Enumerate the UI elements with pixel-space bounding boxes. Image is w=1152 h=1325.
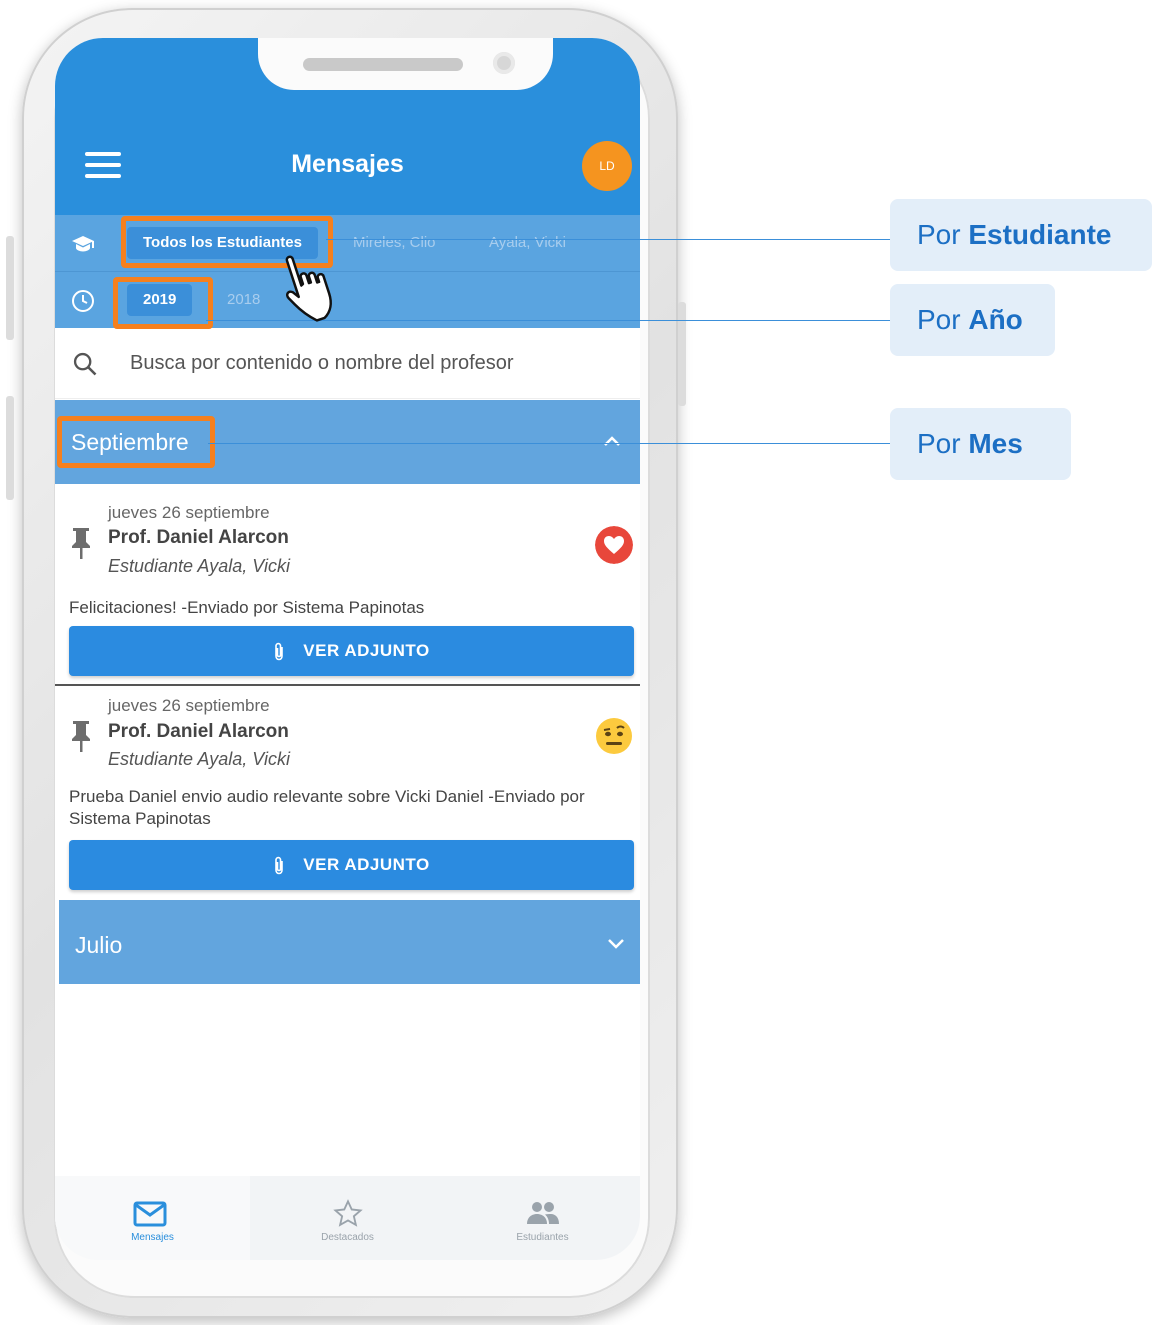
nav-label: Estudiantes (516, 1232, 569, 1243)
clock-icon (72, 290, 94, 312)
paperclip-icon (275, 856, 284, 874)
message-card[interactable]: jueves 26 septiembre Prof. Daniel Alarco… (55, 686, 640, 898)
search-icon (73, 352, 97, 376)
chevron-up-icon (604, 436, 620, 446)
page-title: Mensajes (291, 150, 404, 178)
message-student: Estudiante Ayala, Vicki (108, 556, 290, 576)
year-chip-2018[interactable]: 2018 (227, 284, 260, 316)
student-chip-ayala[interactable]: Ayala, Vicki (489, 227, 566, 259)
skeptical-emoji-icon[interactable] (595, 717, 633, 755)
attachment-label: VER ADJUNTO (303, 641, 430, 660)
month-label: Julio (75, 932, 123, 958)
side-button (678, 302, 686, 406)
chevron-down-icon (608, 939, 624, 949)
callout-bold: Año (968, 304, 1023, 335)
view-attachment-button[interactable]: VER ADJUNTO (69, 840, 634, 890)
highlight-month-filter (57, 416, 215, 468)
student-chip-mireles[interactable]: Mireles, Clio (353, 227, 436, 259)
heart-icon[interactable] (595, 526, 633, 564)
message-body: Prueba Daniel envio audio relevante sobr… (69, 787, 585, 828)
nav-estudiantes[interactable]: Estudiantes (445, 1176, 640, 1260)
message-student: Estudiante Ayala, Vicki (108, 749, 290, 769)
month-header-julio[interactable]: Julio (59, 900, 640, 984)
highlight-year-filter (113, 277, 213, 329)
message-teacher: Prof. Daniel Alarcon (108, 721, 289, 742)
callout-line-mes (208, 443, 890, 444)
search-input[interactable]: Busca por contenido o nombre del profeso… (130, 352, 514, 375)
envelope-icon (133, 1201, 167, 1227)
star-icon (333, 1199, 363, 1227)
graduation-cap-icon (72, 236, 94, 252)
nav-destacados[interactable]: Destacados (250, 1176, 445, 1260)
message-body: Felicitaciones! -Enviado por Sistema Pap… (69, 598, 425, 617)
nav-label: Mensajes (131, 1232, 174, 1243)
callout-anio: Por Año (890, 284, 1055, 356)
pin-icon (72, 721, 90, 752)
camera (493, 52, 515, 74)
callout-line-estudiante (326, 239, 890, 240)
view-attachment-button[interactable]: VER ADJUNTO (69, 626, 634, 676)
message-date: jueves 26 septiembre (108, 503, 270, 522)
search-bar[interactable]: Busca por contenido o nombre del profeso… (55, 328, 640, 399)
message-date: jueves 26 septiembre (108, 696, 270, 715)
callout-bold: Estudiante (968, 219, 1112, 250)
message-teacher: Prof. Daniel Alarcon (108, 527, 289, 548)
callout-mes: Por Mes (890, 408, 1071, 480)
pin-icon (72, 528, 90, 559)
side-button (6, 236, 14, 340)
nav-mensajes[interactable]: Mensajes (55, 1176, 250, 1260)
callout-estudiante: Por Estudiante (890, 199, 1152, 271)
people-icon (527, 1202, 559, 1224)
callout-prefix: Por (917, 304, 961, 335)
speaker (303, 58, 463, 71)
phone-notch (258, 38, 553, 90)
paperclip-icon (275, 642, 284, 660)
hand-pointer-icon (285, 255, 332, 322)
callout-prefix: Por (917, 219, 961, 250)
side-button (6, 396, 14, 500)
message-card[interactable]: jueves 26 septiembre Prof. Daniel Alarco… (55, 484, 640, 686)
avatar[interactable]: LD (582, 141, 632, 191)
nav-label: Destacados (321, 1232, 374, 1243)
callout-prefix: Por (917, 428, 961, 459)
bottom-navigation: Mensajes Destacados Estudiantes (55, 1176, 640, 1260)
callout-bold: Mes (968, 428, 1023, 459)
attachment-label: VER ADJUNTO (303, 855, 430, 874)
